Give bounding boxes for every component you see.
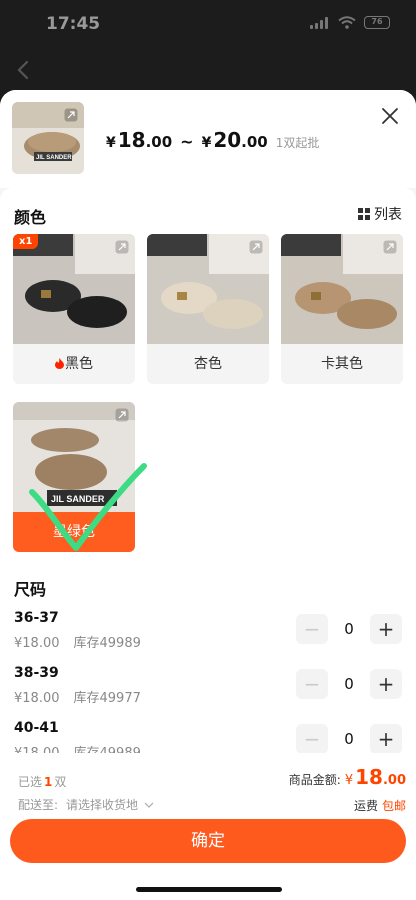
size-meta: ¥18.00 库存49977 [14, 687, 155, 706]
size-stock: 库存49977 [73, 691, 141, 706]
quantity-value[interactable]: 0 [328, 620, 370, 638]
decrease-button[interactable]: − [296, 614, 328, 644]
quantity-stepper: − 0 + [296, 724, 402, 754]
sheet-content: 颜色 列表 x1 黑色 杏色 卡其色 JIL SANDER 墨绿色 尺码 36-… [0, 188, 416, 761]
color-label-black: 黑色 [13, 344, 135, 384]
signal-icon [310, 16, 330, 29]
size-stock: 库存49989 [73, 636, 141, 651]
battery-icon: 76 [364, 16, 390, 29]
nav-bar [0, 50, 416, 90]
status-bar: 17:45 76 [0, 0, 416, 48]
color-option-black[interactable]: x1 黑色 [13, 234, 135, 384]
decrease-button[interactable]: − [296, 669, 328, 699]
price-tilde: ~ [180, 132, 194, 151]
size-meta: ¥18.00 库存49989 [14, 632, 155, 651]
size-price: ¥18.00 [14, 691, 60, 706]
sku-selector-sheet: JIL SANDER ¥ 18 .00 ~ ¥ 20 .00 1双起批 颜色 列… [0, 90, 416, 900]
color-section-title: 颜色 [14, 208, 47, 227]
status-time: 17:45 [46, 14, 101, 34]
price-low-dec: .00 [145, 133, 173, 151]
quantity-value[interactable]: 0 [328, 675, 370, 693]
product-thumbnail[interactable]: JIL SANDER [12, 102, 84, 174]
price-low-currency: ¥ [106, 135, 116, 151]
increase-button[interactable]: + [370, 724, 402, 754]
color-label-apricot: 杏色 [194, 356, 222, 372]
size-row: 36-37 ¥18.00 库存49989 − 0 + [0, 610, 416, 660]
color-option-dark-green[interactable]: JIL SANDER 墨绿色 [13, 402, 135, 552]
expand-icon[interactable] [249, 240, 263, 254]
size-section-title: 尺码 [14, 580, 47, 599]
color-option-apricot[interactable]: 杏色 [147, 234, 269, 384]
price-range: ¥ 18 .00 ~ ¥ 20 .00 1双起批 [106, 128, 319, 152]
quantity-stepper: − 0 + [296, 614, 402, 644]
amount-dec: .00 [382, 773, 406, 788]
amount-total: 商品金额: ¥ 18 .00 [289, 765, 406, 789]
increase-button[interactable]: + [370, 614, 402, 644]
expand-icon[interactable] [383, 240, 397, 254]
size-name: 36-37 [14, 610, 59, 626]
svg-text:JIL SANDER: JIL SANDER [51, 494, 105, 504]
size-row: 38-39 ¥18.00 库存49977 − 0 + [0, 665, 416, 715]
ship-to-label: 配送至: [18, 798, 59, 812]
confirm-button[interactable]: 确定 [10, 819, 406, 863]
size-name: 38-39 [14, 665, 59, 681]
increase-button[interactable]: + [370, 669, 402, 699]
chevron-down-icon [144, 802, 154, 808]
size-price: ¥18.00 [14, 636, 60, 651]
back-arrow-icon[interactable] [10, 56, 38, 84]
freight-info: 运费 包邮 [353, 799, 406, 813]
status-icons: 76 [310, 16, 390, 29]
ship-to-row[interactable]: 配送至: 请选择收货地 [18, 796, 154, 813]
quantity-value[interactable]: 0 [328, 730, 370, 748]
list-view-toggle[interactable]: 列表 [358, 204, 402, 224]
order-summary: 已选 1 双 配送至: 请选择收货地 商品金额: ¥ 18 .00 运费 包邮 确定 [0, 753, 416, 900]
hot-icon [55, 358, 64, 369]
sheet-header: JIL SANDER ¥ 18 .00 ~ ¥ 20 .00 1双起批 [0, 90, 416, 188]
quantity-badge: x1 [13, 234, 39, 249]
price-high-currency: ¥ [201, 135, 212, 151]
price-high-int: 20 [213, 128, 242, 152]
quantity-stepper: − 0 + [296, 669, 402, 699]
min-order-text: 1双起批 [275, 136, 320, 150]
ship-to-placeholder[interactable]: 请选择收货地 [66, 798, 138, 812]
decrease-button[interactable]: − [296, 724, 328, 754]
close-icon[interactable] [380, 106, 400, 126]
grid-icon [358, 208, 370, 220]
expand-icon[interactable] [64, 108, 78, 122]
price-high-dec: .00 [241, 133, 268, 151]
amount-currency: ¥ [344, 773, 354, 788]
expand-icon[interactable] [115, 240, 129, 254]
price-low-int: 18 [117, 128, 146, 152]
size-name: 40-41 [14, 720, 59, 736]
expand-icon[interactable] [115, 408, 129, 422]
wifi-icon [338, 16, 356, 29]
selected-count-text: 已选 1 双 [18, 775, 67, 789]
list-toggle-label: 列表 [374, 207, 402, 223]
color-option-khaki[interactable]: 卡其色 [281, 234, 403, 384]
amount-label: 商品金额: [288, 773, 341, 787]
home-indicator [136, 887, 282, 892]
color-label-khaki: 卡其色 [321, 356, 363, 372]
svg-text:JIL SANDER: JIL SANDER [36, 155, 72, 161]
amount-int: 18 [355, 765, 383, 789]
color-label-dark-green: 墨绿色 [13, 512, 135, 552]
